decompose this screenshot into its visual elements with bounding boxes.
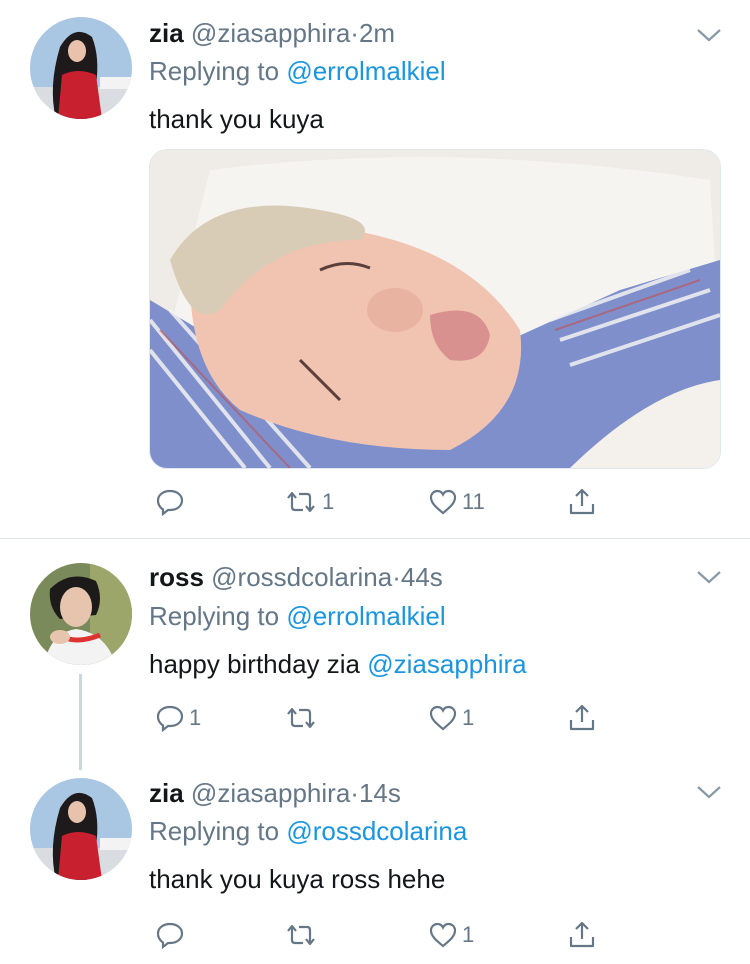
reply-icon	[156, 705, 184, 733]
replying-to-label: Replying to	[149, 601, 287, 631]
tweet-actions: 1 11	[149, 482, 619, 522]
separator-dot: ·	[350, 18, 359, 48]
username[interactable]: @ziasapphira	[191, 18, 350, 48]
replying-to-mention[interactable]: @errolmalkiel	[286, 56, 445, 86]
avatar-zia[interactable]	[30, 778, 132, 880]
reply-button[interactable]	[155, 482, 189, 522]
replying-to-label: Replying to	[149, 816, 287, 846]
tweet-zia-2[interactable]: zia @ziasapphira·14s Replying to @rossdc…	[0, 764, 750, 964]
like-count: 1	[462, 705, 475, 730]
like-count: 1	[462, 922, 475, 947]
retweet-button[interactable]	[284, 915, 322, 955]
timestamp[interactable]: 2m	[359, 18, 395, 48]
replying-to-label: Replying to	[149, 56, 287, 86]
share-button[interactable]	[567, 482, 597, 522]
reply-button[interactable]: 1	[155, 698, 201, 738]
separator-dot: ·	[350, 778, 359, 808]
heart-icon	[429, 489, 457, 515]
replying-to: Replying to @rossdcolarina	[149, 816, 467, 846]
tweet-actions: 1 1	[149, 698, 619, 738]
chevron-down-icon[interactable]	[695, 567, 723, 587]
tweet-text-body: happy birthday zia	[149, 649, 368, 679]
display-name[interactable]: zia	[149, 18, 184, 48]
tweet-ross[interactable]: ross @rossdcolarina·44s Replying to @err…	[0, 539, 750, 764]
replying-to: Replying to @errolmalkiel	[149, 56, 446, 86]
retweet-button[interactable]: 1	[284, 482, 334, 522]
timestamp[interactable]: 14s	[359, 778, 401, 808]
thread-connector-line	[79, 674, 82, 770]
tweet-zia-1[interactable]: zia @ziasapphira·2m Replying to @errolma…	[0, 0, 750, 538]
separator-dot: ·	[392, 562, 401, 592]
chevron-down-icon[interactable]	[695, 782, 723, 802]
retweet-icon	[287, 491, 315, 513]
reply-button[interactable]	[155, 915, 189, 955]
replying-to-mention[interactable]: @rossdcolarina	[286, 816, 467, 846]
tweet-text-body: thank you kuya ross hehe	[149, 864, 446, 894]
tweet-text: thank you kuya ross hehe	[149, 864, 445, 894]
tweet-text: happy birthday zia @ziasapphira	[149, 649, 527, 679]
tweet-text-body: thank you kuya	[149, 104, 324, 134]
reply-icon	[156, 922, 184, 950]
retweet-button[interactable]	[284, 698, 322, 738]
reply-icon	[156, 489, 184, 517]
tweet-photo[interactable]	[149, 149, 721, 469]
replying-to-mention[interactable]: @errolmalkiel	[286, 601, 445, 631]
share-icon	[569, 921, 595, 948]
retweet-icon	[287, 707, 315, 729]
like-button[interactable]: 1	[428, 915, 474, 955]
replying-to: Replying to @errolmalkiel	[149, 601, 446, 631]
reply-count: 1	[189, 705, 202, 730]
share-button[interactable]	[567, 915, 597, 955]
chevron-down-icon[interactable]	[695, 25, 723, 45]
heart-icon	[429, 705, 457, 731]
heart-icon	[429, 922, 457, 948]
like-button[interactable]: 1	[428, 698, 474, 738]
display-name[interactable]: zia	[149, 778, 184, 808]
tweet-text: thank you kuya	[149, 104, 324, 134]
share-icon	[569, 704, 595, 731]
avatar-zia[interactable]	[30, 17, 132, 119]
share-icon	[569, 488, 595, 515]
username[interactable]: @ziasapphira	[191, 778, 350, 808]
like-button[interactable]: 11	[428, 482, 485, 522]
username[interactable]: @rossdcolarina	[211, 562, 392, 592]
like-count: 11	[462, 489, 485, 514]
retweet-icon	[287, 924, 315, 946]
tweet-header: ross @rossdcolarina·44s	[149, 562, 443, 592]
tweet-header: zia @ziasapphira·14s	[149, 778, 401, 808]
display-name[interactable]: ross	[149, 562, 204, 592]
tweet-text-mention[interactable]: @ziasapphira	[367, 649, 526, 679]
tweet-header: zia @ziasapphira·2m	[149, 18, 395, 48]
avatar-ross[interactable]	[30, 563, 132, 665]
share-button[interactable]	[567, 698, 597, 738]
tweet-actions: 1	[149, 915, 619, 955]
timestamp[interactable]: 44s	[401, 562, 443, 592]
retweet-count: 1	[322, 489, 335, 514]
